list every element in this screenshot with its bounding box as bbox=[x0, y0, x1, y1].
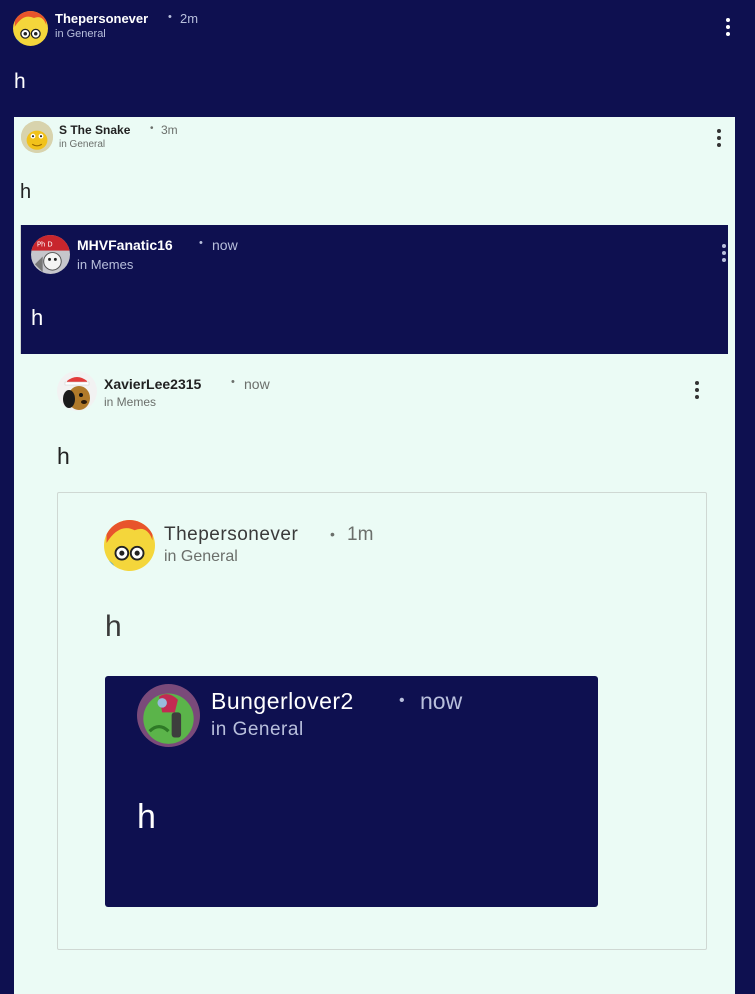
post-body: h bbox=[137, 798, 156, 836]
kebab-dot-icon bbox=[726, 18, 730, 22]
kebab-dot-icon bbox=[722, 258, 726, 262]
kebab-dot-icon bbox=[717, 136, 721, 140]
green-plant-avatar-icon bbox=[137, 684, 200, 747]
post-body: h bbox=[105, 610, 122, 643]
avatar[interactable] bbox=[137, 684, 200, 747]
more-options-button[interactable] bbox=[714, 129, 724, 151]
yellow-cartoon-avatar-icon bbox=[104, 520, 155, 571]
timestamp: 3m bbox=[161, 123, 178, 137]
separator-dot: • bbox=[168, 11, 172, 23]
avatar[interactable]: Ph D bbox=[31, 235, 70, 274]
kebab-dot-icon bbox=[717, 129, 721, 133]
kebab-dot-icon bbox=[726, 25, 730, 29]
yellow-snake-avatar-icon bbox=[21, 121, 53, 153]
separator-dot: • bbox=[199, 237, 203, 249]
separator-dot: • bbox=[231, 376, 235, 388]
more-options-button[interactable] bbox=[723, 18, 733, 40]
yellow-cartoon-avatar-icon bbox=[13, 11, 48, 46]
avatar[interactable] bbox=[21, 121, 53, 153]
timestamp: now bbox=[244, 376, 270, 392]
kebab-dot-icon bbox=[695, 395, 699, 399]
timestamp: now bbox=[420, 688, 463, 714]
post-body: h bbox=[57, 443, 70, 469]
community-link[interactable]: in General bbox=[55, 28, 106, 40]
community-link[interactable]: in Memes bbox=[77, 257, 133, 272]
username[interactable]: XavierLee2315 bbox=[104, 376, 201, 392]
username[interactable]: MHVFanatic16 bbox=[77, 237, 173, 253]
community-link[interactable]: in General bbox=[211, 719, 304, 741]
kebab-dot-icon bbox=[726, 32, 730, 36]
kebab-dot-icon bbox=[695, 388, 699, 392]
community-link[interactable]: in Memes bbox=[104, 395, 156, 409]
separator-dot: • bbox=[330, 526, 335, 542]
timestamp: 2m bbox=[180, 11, 199, 26]
community-link[interactable]: in General bbox=[59, 139, 105, 150]
username[interactable]: Bungerlover2 bbox=[211, 688, 354, 715]
more-options-button[interactable] bbox=[692, 381, 702, 403]
kebab-dot-icon bbox=[717, 143, 721, 147]
svg-text:Ph D: Ph D bbox=[37, 241, 53, 249]
dog-with-cap-avatar-icon bbox=[57, 371, 97, 411]
community-link[interactable]: in General bbox=[164, 548, 238, 566]
avatar[interactable] bbox=[57, 371, 97, 411]
avatar[interactable] bbox=[13, 11, 48, 46]
separator-dot: • bbox=[399, 692, 405, 709]
red-character-avatar-icon: Ph D bbox=[31, 235, 70, 274]
avatar[interactable] bbox=[104, 520, 155, 571]
timestamp: now bbox=[212, 237, 238, 253]
more-options-button[interactable] bbox=[719, 244, 729, 266]
separator-dot: • bbox=[150, 123, 154, 134]
post-body: h bbox=[14, 70, 26, 93]
post-body: h bbox=[20, 181, 32, 203]
username[interactable]: S The Snake bbox=[59, 123, 130, 137]
post-body: h bbox=[31, 305, 44, 330]
kebab-dot-icon bbox=[695, 381, 699, 385]
username[interactable]: Thepersonever bbox=[55, 11, 148, 26]
kebab-dot-icon bbox=[722, 244, 726, 248]
kebab-dot-icon bbox=[722, 251, 726, 255]
username[interactable]: Thepersonever bbox=[164, 524, 298, 546]
timestamp: 1m bbox=[347, 524, 374, 545]
